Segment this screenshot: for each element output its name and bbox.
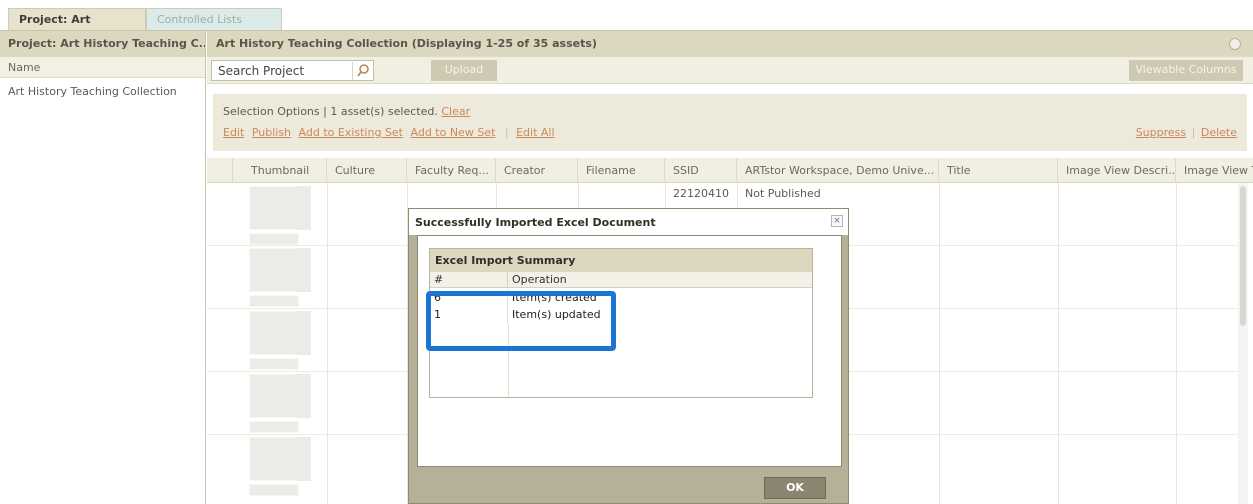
column-artstor-workspace[interactable]: ARTstor Workspace, Demo Unive...	[737, 158, 939, 183]
grid-col-divider	[939, 183, 940, 504]
search-button[interactable]	[352, 62, 372, 80]
column-culture[interactable]: Culture	[327, 158, 407, 183]
close-icon[interactable]: ×	[831, 215, 843, 227]
highlight-box	[426, 291, 616, 351]
search-placeholder: Search Project	[218, 64, 305, 78]
toolbar: Search Project Upload Viewable Columns	[207, 57, 1253, 84]
clear-link[interactable]: Clear	[441, 105, 470, 118]
suppress-link[interactable]: Suppress	[1136, 126, 1186, 139]
grid-col-divider	[1176, 183, 1177, 504]
separator: |	[504, 126, 509, 139]
delete-link[interactable]: Delete	[1201, 126, 1237, 139]
selection-options: Selection Options | 1 asset(s) selected.…	[207, 84, 1253, 157]
cell-workspace: Not Published	[745, 187, 821, 200]
thumbnail-image[interactable]	[249, 186, 299, 230]
thumbnail-image	[249, 421, 299, 433]
scrollbar-thumb[interactable]	[1240, 186, 1246, 326]
dialog-body: Excel Import Summary # Operation 6 Item(…	[417, 235, 842, 467]
main-title-text: Art History Teaching Collection (Display…	[216, 37, 597, 50]
thumbnail-image[interactable]	[249, 374, 299, 418]
tab-project[interactable]: Project: Art History...	[8, 8, 146, 48]
thumbnail-image	[295, 311, 311, 355]
summary-column-headers: # Operation	[430, 272, 812, 288]
column-thumbnail[interactable]: Thumbnail	[233, 158, 327, 183]
main-panel-title: Art History Teaching Collection (Display…	[207, 31, 1253, 57]
tab-bar: Project: Art History... Controlled Lists	[0, 0, 1253, 48]
column-ssid[interactable]: SSID	[665, 158, 737, 183]
edit-all-link[interactable]: Edit All	[516, 126, 554, 139]
thumbnail-image	[249, 484, 299, 496]
summary-title: Excel Import Summary	[430, 249, 812, 272]
thumbnail-image	[249, 358, 299, 370]
grid-header: Thumbnail Culture Faculty Req... Creator…	[207, 158, 1253, 183]
add-to-existing-set-link[interactable]: Add to Existing Set	[299, 126, 403, 139]
search-icon	[357, 64, 369, 77]
thumbnail-image[interactable]	[249, 311, 299, 355]
thumbnail-image	[295, 186, 311, 230]
edit-link[interactable]: Edit	[223, 126, 244, 139]
column-faculty-req[interactable]: Faculty Req...	[407, 158, 496, 183]
column-filename[interactable]: Filename	[578, 158, 665, 183]
thumbnail-image	[249, 233, 299, 245]
publish-link[interactable]: Publish	[252, 126, 291, 139]
tab-controlled-lists[interactable]: Controlled Lists	[146, 8, 282, 31]
search-input[interactable]: Search Project	[211, 60, 374, 81]
gear-icon[interactable]	[1229, 38, 1241, 50]
selection-right-actions: Suppress | Delete	[1136, 126, 1237, 139]
grid-header-spacer	[207, 158, 233, 183]
selection-actions: Edit Publish Add to Existing Set Add to …	[223, 126, 559, 139]
left-panel-title: Project: Art History Teaching C...	[0, 31, 205, 57]
column-image-view-description[interactable]: Image View Descri...	[1058, 158, 1176, 183]
grid-col-divider	[1058, 183, 1059, 504]
grid-col-divider	[327, 183, 328, 504]
left-column-header-name[interactable]: Name	[0, 57, 205, 78]
upload-button[interactable]: Upload	[431, 60, 497, 81]
left-panel: Project: Art History Teaching C... Name …	[0, 31, 206, 504]
thumbnail-image	[295, 374, 311, 418]
import-dialog: Successfully Imported Excel Document × E…	[408, 208, 849, 504]
add-to-new-set-link[interactable]: Add to New Set	[411, 126, 496, 139]
column-image-view-type[interactable]: Image View T	[1176, 158, 1253, 183]
column-creator[interactable]: Creator	[496, 158, 578, 183]
summary-column-count: #	[430, 272, 508, 288]
selection-status: Selection Options | 1 asset(s) selected.…	[223, 105, 470, 118]
thumbnail-image	[295, 437, 311, 481]
selection-text: Selection Options | 1 asset(s) selected.	[223, 105, 438, 118]
thumbnail-image	[249, 295, 299, 307]
dialog-title: Successfully Imported Excel Document	[409, 209, 848, 235]
column-title[interactable]: Title	[939, 158, 1058, 183]
selection-panel: Selection Options | 1 asset(s) selected.…	[213, 94, 1247, 151]
thumbnail-image	[295, 248, 311, 292]
ok-button[interactable]: OK	[764, 477, 826, 499]
left-list-item[interactable]: Art History Teaching Collection	[8, 85, 177, 98]
summary-column-operation: Operation	[512, 273, 567, 286]
cell-ssid: 22120410	[673, 187, 729, 200]
viewable-columns-button[interactable]: Viewable Columns	[1129, 60, 1243, 81]
thumbnail-image[interactable]	[249, 437, 299, 481]
thumbnail-image[interactable]	[249, 248, 299, 292]
separator: |	[1191, 126, 1196, 139]
